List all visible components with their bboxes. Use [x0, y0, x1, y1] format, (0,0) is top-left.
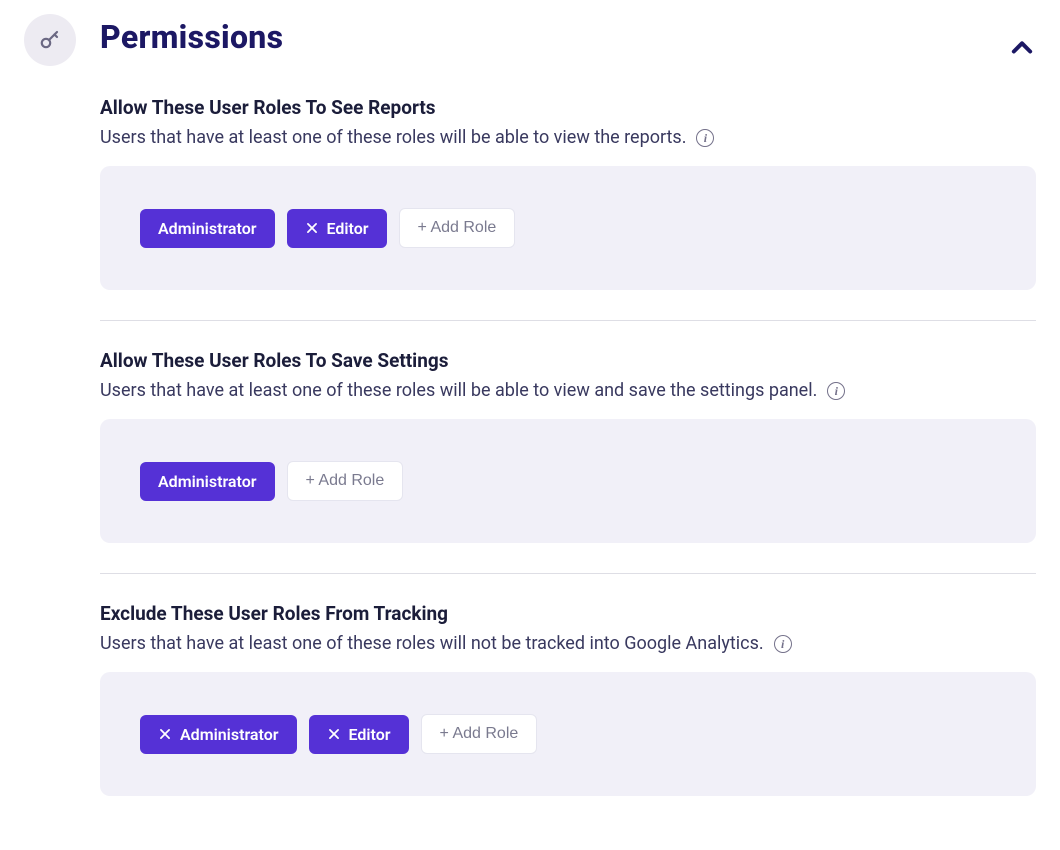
section-description-text: Users that have at least one of these ro…	[100, 127, 686, 148]
section-title: Allow These User Roles To See Reports	[100, 96, 1036, 119]
add-role-button[interactable]: + Add Role	[399, 208, 516, 248]
role-chip-editor: Editor	[287, 209, 387, 248]
role-chip-administrator: Administrator	[140, 715, 297, 754]
section-title: Allow These User Roles To Save Settings	[100, 349, 1036, 372]
section-description-text: Users that have at least one of these ro…	[100, 380, 817, 401]
role-chip-label: Administrator	[158, 219, 257, 238]
role-selection-box: Administrator Editor + Add Role	[100, 672, 1036, 796]
role-selection-box: Administrator + Add Role	[100, 419, 1036, 543]
info-icon[interactable]: i	[827, 382, 845, 400]
role-chip-editor: Editor	[309, 715, 409, 754]
role-selection-box: Administrator Editor + Add Role	[100, 166, 1036, 290]
add-role-button[interactable]: + Add Role	[287, 461, 404, 501]
role-chip-label: Administrator	[158, 472, 257, 491]
section-description: Users that have at least one of these ro…	[100, 127, 1036, 148]
info-icon[interactable]: i	[774, 635, 792, 653]
page-title: Permissions	[100, 18, 283, 56]
role-chip-label: Administrator	[180, 725, 279, 744]
info-icon[interactable]: i	[696, 129, 714, 147]
section-save-settings: Allow These User Roles To Save Settings …	[100, 320, 1036, 573]
remove-role-icon[interactable]	[327, 727, 341, 741]
section-description: Users that have at least one of these ro…	[100, 633, 1036, 654]
remove-role-icon[interactable]	[305, 221, 319, 235]
remove-role-icon[interactable]	[158, 727, 172, 741]
permissions-content: Allow These User Roles To See Reports Us…	[100, 96, 1036, 826]
permissions-header: Permissions	[24, 8, 1036, 66]
section-description-text: Users that have at least one of these ro…	[100, 633, 764, 654]
section-description: Users that have at least one of these ro…	[100, 380, 1036, 401]
role-chip-administrator: Administrator	[140, 209, 275, 248]
role-chip-label: Editor	[349, 725, 391, 744]
section-title: Exclude These User Roles From Tracking	[100, 602, 1036, 625]
role-chip-administrator: Administrator	[140, 462, 275, 501]
section-see-reports: Allow These User Roles To See Reports Us…	[100, 96, 1036, 320]
section-exclude-tracking: Exclude These User Roles From Tracking U…	[100, 573, 1036, 826]
collapse-toggle[interactable]	[1008, 34, 1036, 62]
key-icon	[24, 14, 76, 66]
add-role-button[interactable]: + Add Role	[421, 714, 538, 754]
role-chip-label: Editor	[327, 219, 369, 238]
